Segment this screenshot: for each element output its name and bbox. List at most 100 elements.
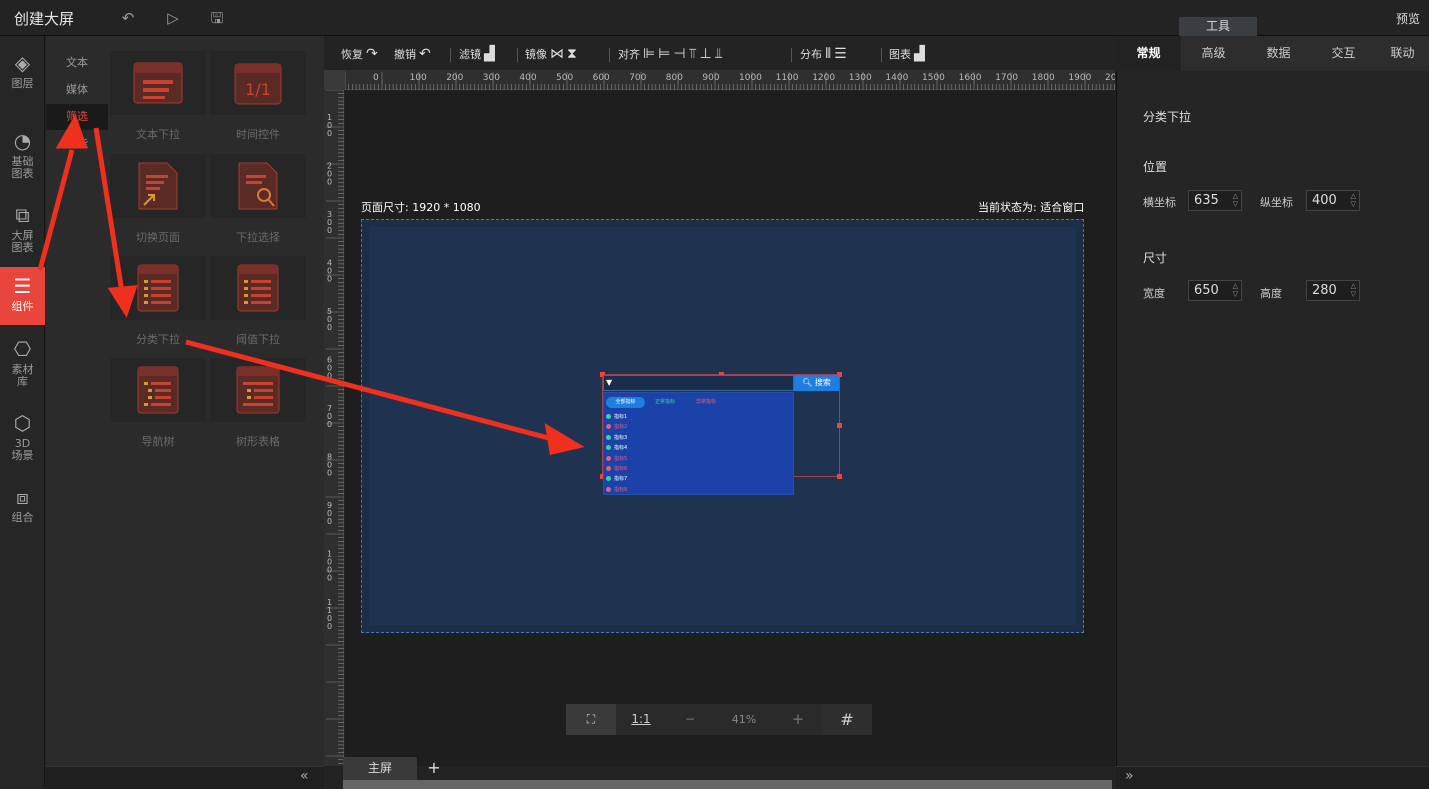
tab-general[interactable]: 常规 xyxy=(1116,36,1181,71)
zoom-out-button[interactable]: − xyxy=(666,704,714,735)
add-screen-button[interactable]: + xyxy=(424,757,444,780)
component-tree-table[interactable]: 树形表格 xyxy=(210,358,306,449)
undo-button[interactable]: 撤销 ↶ xyxy=(394,44,431,66)
component-label: 下拉选择 xyxy=(236,231,280,244)
dropdown-tab-normal[interactable]: 正常指标 xyxy=(655,397,675,408)
align-left-icon: ⊫ xyxy=(643,46,656,62)
distribute-group[interactable]: 分布 ⦀ ☰ xyxy=(800,44,847,66)
sub-tab-text[interactable]: 文本 xyxy=(46,50,108,76)
ruler-label: 0 xyxy=(373,73,379,83)
chart-button[interactable]: 图表 ▟ xyxy=(889,44,925,66)
dropdown-tab-abnormal[interactable]: 异常指标 xyxy=(696,397,716,408)
dropdown-item[interactable]: 指标7 xyxy=(606,475,627,483)
ruler-label: 600 xyxy=(593,73,610,83)
dropdown-item[interactable]: 指标2 xyxy=(606,423,627,431)
component-threshold-dropdown[interactable]: 阈值下拉 xyxy=(210,256,306,347)
mirror-label: 镜像 xyxy=(525,48,547,61)
component-category-dropdown[interactable]: 分类下拉 xyxy=(110,256,206,347)
dropdown-item[interactable]: 指标3 xyxy=(606,434,627,442)
mirror-button[interactable]: 镜像 ⋈ ⧗ xyxy=(525,44,577,66)
nav-3d-scene[interactable]: ⬡ 3D 场景 xyxy=(0,410,45,468)
tab-data[interactable]: 数据 xyxy=(1246,36,1311,71)
y-value: 400 xyxy=(1312,193,1337,208)
tab-linkage[interactable]: 联动 xyxy=(1376,36,1429,71)
dropdown-item[interactable]: 指标1 xyxy=(606,413,627,421)
dropdown-item[interactable]: 指标6 xyxy=(606,465,627,473)
nav-basic-charts[interactable]: ◔ 基础 图表 xyxy=(0,128,45,186)
component-dropdown-select[interactable]: 下拉选择 xyxy=(210,154,306,245)
sub-tab-filter[interactable]: 筛选 xyxy=(46,104,108,130)
spinner-icon[interactable]: △ ▽ xyxy=(1233,192,1238,208)
ruler-label: 0 xyxy=(327,517,332,526)
toolbar-divider xyxy=(791,48,792,62)
x-input[interactable]: 635 △ ▽ xyxy=(1188,190,1242,211)
collapse-left-icon[interactable]: « xyxy=(300,768,309,784)
preview-button[interactable]: 预览 xyxy=(1396,10,1420,27)
nav-label: 组件 xyxy=(11,300,34,313)
status-dot-icon xyxy=(606,445,611,451)
ruler-label: 900 xyxy=(702,73,719,83)
zoom-in-button[interactable]: + xyxy=(774,704,822,735)
sub-tab-media[interactable]: 媒体 xyxy=(46,77,108,103)
ruler-top-ticks: 0 100 200 300 400 500 600 700 800 900 1000 1100 1200… xyxy=(344,72,1117,90)
nav-label-2: 库 xyxy=(17,375,28,388)
nav-group[interactable]: ⧈ 组合 xyxy=(0,484,45,534)
spinner-icon[interactable]: △ ▽ xyxy=(1351,192,1356,208)
group-icon: ⧈ xyxy=(16,485,29,509)
resize-handle[interactable] xyxy=(837,423,842,428)
screen-tab-main[interactable]: 主屏 xyxy=(343,757,417,780)
dropdown-item[interactable]: 指标8 xyxy=(606,486,627,494)
nav-materials[interactable]: ⎔ 素材 库 xyxy=(0,336,45,394)
ruler-label: 1500 xyxy=(922,73,945,83)
dropdown-item[interactable]: 指标4 xyxy=(606,444,627,452)
spinner-icon[interactable]: △ ▽ xyxy=(1351,282,1356,298)
layers-icon: ◈ xyxy=(14,51,31,75)
filter-button[interactable]: 滤镜 ▟ xyxy=(459,44,495,66)
tools-tab[interactable]: 工具 xyxy=(1179,17,1257,36)
save-icon[interactable]: 🖫 xyxy=(206,7,228,29)
ruler-label: 0 xyxy=(327,178,332,187)
width-input[interactable]: 650 △ ▽ xyxy=(1188,280,1242,301)
back-icon[interactable]: ↶ xyxy=(117,7,139,29)
dropdown-item[interactable]: 指标5 xyxy=(606,455,627,463)
grid-toggle-button[interactable]: # xyxy=(822,704,872,735)
nav-label-2: 图表 xyxy=(11,167,34,180)
align-middle-icon: ⊥ xyxy=(699,46,712,62)
bar-chart-icon: ▟ xyxy=(914,46,925,62)
ruler-label: 1100 xyxy=(776,73,799,83)
status-dot-icon xyxy=(606,455,611,461)
component-text-dropdown[interactable]: 文本下拉 xyxy=(110,51,206,142)
resize-handle[interactable] xyxy=(837,474,842,479)
fit-screen-button[interactable]: ⛶ xyxy=(566,704,616,735)
bar-chart-icon: ▟ xyxy=(484,46,495,62)
sub-tab-function[interactable]: 功能 xyxy=(46,131,108,157)
horizontal-scrollbar[interactable] xyxy=(343,780,1112,789)
category-dropdown-input[interactable] xyxy=(603,375,794,391)
nav-label: 图层 xyxy=(11,77,34,90)
component-category-tabs: 文本 媒体 筛选 功能 xyxy=(46,36,110,766)
tab-advanced[interactable]: 高级 xyxy=(1181,36,1246,71)
tab-interaction[interactable]: 交互 xyxy=(1311,36,1376,71)
height-label: 高度 xyxy=(1260,287,1282,300)
dropdown-tab-all[interactable]: 全部指标 xyxy=(606,397,645,408)
y-input[interactable]: 400 △ ▽ xyxy=(1306,190,1360,211)
x-value: 635 xyxy=(1194,193,1219,208)
height-input[interactable]: 280 △ ▽ xyxy=(1306,280,1360,301)
nav-screen-charts[interactable]: ⧉ 大屏 图表 xyxy=(0,202,45,260)
collapse-right-icon[interactable]: » xyxy=(1125,768,1134,784)
component-time-control[interactable]: 1/1 时间控件 xyxy=(210,51,306,142)
ruler-label: 200 xyxy=(446,73,463,83)
status-dot-icon xyxy=(606,414,611,419)
nav-layers[interactable]: ◈ 图层 xyxy=(0,50,45,100)
play-icon[interactable]: ▷ xyxy=(162,7,184,29)
caret-down-icon: ▼ xyxy=(606,378,613,387)
nav-components[interactable]: ☰ 组件 xyxy=(0,267,45,325)
one-to-one-button[interactable]: 1:1 xyxy=(616,704,666,735)
redo-button[interactable]: 恢复 ↷ xyxy=(341,44,378,66)
properties-panel xyxy=(1116,36,1429,789)
component-switch-page[interactable]: 切换页面 xyxy=(110,154,206,245)
widget-search-button[interactable]: 🔍︎ 搜索 xyxy=(794,375,839,391)
component-nav-tree[interactable]: 导航树 xyxy=(110,358,206,449)
spinner-icon[interactable]: △ ▽ xyxy=(1233,282,1238,298)
align-group[interactable]: 对齐 ⊫ ⊨ ⊣ ⫪ ⊥ ⫫ xyxy=(618,44,723,66)
